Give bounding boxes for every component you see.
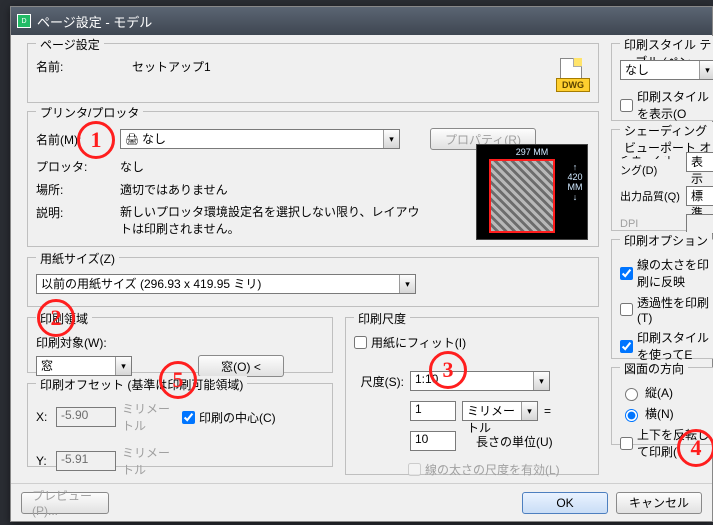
shading-select[interactable]: 表示ど	[686, 152, 713, 172]
group-label: 印刷オプション	[620, 232, 712, 249]
quality-select[interactable]: 標準	[686, 186, 713, 206]
group-print-options: 印刷オプション 線の太さを印刷に反映 透過性を印刷(T) 印刷スタイルを使ってE…	[611, 239, 713, 359]
label-y: Y:	[36, 454, 50, 468]
chevron-down-icon: ▾	[521, 402, 537, 420]
preview-button[interactable]: プレビュー(P)...	[21, 492, 109, 514]
dialog-window: D ページ設定 - モデル ページ設定 名前: セットアップ1 DWG プリンタ…	[10, 6, 713, 522]
printer-name-select[interactable]: 🖨 なし ▾	[120, 129, 400, 149]
unit-label: ミリメートル	[122, 444, 176, 478]
scale-num2-input[interactable]: 10	[410, 431, 456, 451]
offset-x-input[interactable]: -5.90	[56, 407, 116, 427]
chevron-down-icon: ▾	[699, 61, 713, 79]
dwg-icon: DWG	[556, 58, 590, 92]
chevron-down-icon: ▾	[115, 357, 131, 375]
window-select-button[interactable]: 窓(O) <	[198, 355, 284, 377]
chevron-down-icon: ▾	[533, 372, 549, 390]
annotation-1: 1	[77, 121, 115, 159]
label-print-target: 印刷対象(W):	[36, 334, 324, 351]
group-label: ページ設定	[36, 36, 104, 53]
label-location: 場所:	[36, 181, 92, 198]
unit-label: ミリメートル	[122, 400, 176, 434]
group-label: 図面の方向	[620, 360, 688, 377]
paper-size-select[interactable]: 以前の用紙サイズ (296.93 x 419.95 ミリ) ▾	[36, 274, 416, 294]
label-plotter: プロッタ:	[36, 158, 92, 175]
client-area: ページ設定 名前: セットアップ1 DWG プリンタ/プロッタ 名前(M):	[11, 35, 712, 521]
window-title: ページ設定 - モデル	[37, 12, 152, 31]
show-plot-style-checkbox[interactable]: 印刷スタイルを表示(O	[620, 88, 713, 122]
group-paper-size: 用紙サイズ(Z) 以前の用紙サイズ (296.93 x 419.95 ミリ) ▾	[27, 257, 599, 307]
label-scale: 尺度(S):	[354, 373, 404, 390]
ok-button[interactable]: OK	[522, 492, 608, 514]
group-page-setup: ページ設定 名前: セットアップ1 DWG	[27, 43, 599, 103]
group-label: プリンタ/プロッタ	[36, 104, 143, 121]
paper-preview: 297 MM ↑420 MM↓	[476, 144, 588, 240]
page-setup-name: セットアップ1	[132, 58, 211, 75]
plotter-value: なし	[120, 158, 144, 175]
lineweight-scale-checkbox[interactable]: 線の太さの尺度を有効(L)	[408, 461, 560, 478]
preview-height: ↑420 MM↓	[567, 163, 583, 203]
location-value: 適切ではありません	[120, 181, 228, 198]
label-description: 説明:	[36, 204, 92, 221]
plot-style-select[interactable]: なし ▾	[620, 60, 713, 80]
titlebar[interactable]: D ページ設定 - モデル	[11, 7, 712, 35]
group-shading: シェーディング ビューポート オ シェーディング(D) 表示ど 出力品質(Q) …	[611, 129, 713, 231]
footer: プレビュー(P)... OK キャンセル	[11, 483, 712, 521]
app-icon: D	[17, 14, 31, 28]
center-checkbox[interactable]: 印刷の中心(C)	[182, 409, 276, 426]
label-x: X:	[36, 410, 50, 424]
orientation-portrait-radio[interactable]: 縦(A)	[620, 384, 713, 401]
label-dpi: DPI	[620, 218, 680, 230]
opt-lineweight-checkbox[interactable]: 線の太さを印刷に反映	[620, 256, 713, 290]
group-label: 印刷尺度	[354, 310, 410, 327]
print-target-select[interactable]: 窓 ▾	[36, 356, 132, 376]
scale-unit-select[interactable]: ミリメートル ▾	[462, 401, 538, 421]
chevron-down-icon: ▾	[383, 130, 399, 148]
orientation-landscape-radio[interactable]: 横(N)	[620, 405, 713, 422]
annotation-4: 4	[677, 429, 713, 467]
annotation-5: 5	[159, 361, 197, 399]
fit-to-paper-checkbox[interactable]: 用紙にフィット(I)	[354, 334, 466, 351]
annotation-3: 3	[429, 351, 467, 389]
label-quality: 出力品質(Q)	[620, 188, 680, 204]
chevron-down-icon: ▾	[399, 275, 415, 293]
equals-label: =	[544, 404, 551, 418]
group-label: 用紙サイズ(Z)	[36, 250, 119, 267]
label-name: 名前:	[36, 58, 90, 75]
offset-y-input[interactable]: -5.91	[56, 451, 116, 471]
annotation-2: 2	[37, 299, 75, 337]
opt-plotstyle-checkbox[interactable]: 印刷スタイルを使ってE	[620, 329, 713, 363]
group-label: シェーディング ビューポート オ	[620, 122, 713, 156]
scale-num1-input[interactable]: 1	[410, 401, 456, 421]
group-plot-style: 印刷スタイル テーブル (ペン なし ▾ 印刷スタイルを表示(O	[611, 43, 713, 121]
group-label: 印刷オフセット (基準は印刷可能領域)	[36, 376, 247, 393]
group-print-scale: 印刷尺度 用紙にフィット(I) 尺度(S): 1:10 ▾	[345, 317, 599, 475]
description-value: 新しいプロッタ環境設定名を選択しない限り、レイアウトは印刷されません。	[120, 204, 420, 238]
dpi-input	[686, 214, 713, 234]
cancel-button[interactable]: キャンセル	[616, 492, 702, 514]
opt-transparency-checkbox[interactable]: 透過性を印刷(T)	[620, 294, 713, 325]
